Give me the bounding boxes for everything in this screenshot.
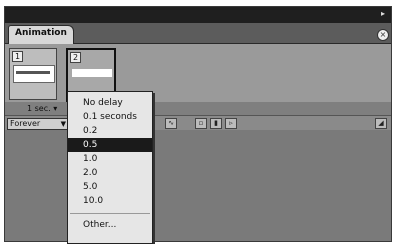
delete-frame-icon[interactable]: ▮: [210, 118, 222, 129]
frame-number: 2: [70, 52, 82, 63]
menu-item-2-0[interactable]: 2.0: [68, 166, 152, 180]
frame-delay-selector[interactable]: 1 sec. ▾: [27, 104, 57, 113]
menu-item-10-0[interactable]: 10.0: [68, 194, 152, 208]
animation-palette: ▸ Animation × 1 2 1 sec. ▾ Forever ▼ ∿ ▫…: [4, 6, 392, 242]
menu-separator: [70, 213, 150, 214]
palette-menu-icon[interactable]: ×: [377, 29, 389, 41]
tab-animation[interactable]: Animation: [8, 25, 74, 44]
frame-preview-image: [72, 69, 112, 77]
frames-area: 1 2: [5, 44, 391, 102]
tab-row: Animation: [5, 23, 391, 44]
looping-value: Forever: [10, 119, 41, 128]
new-frame-icon[interactable]: ▫: [195, 118, 207, 129]
tab-animation-label: Animation: [15, 28, 67, 38]
screenshot-frame: ▸ Animation × 1 2 1 sec. ▾ Forever ▼ ∿ ▫…: [0, 0, 393, 244]
play-icon[interactable]: ▹: [225, 118, 237, 129]
menu-item-1-0[interactable]: 1.0: [68, 152, 152, 166]
palette-titlebar[interactable]: ▸: [5, 7, 391, 23]
menu-item-no-delay[interactable]: No delay: [68, 96, 152, 110]
menu-item-0-2[interactable]: 0.2: [68, 124, 152, 138]
menu-item-5-0[interactable]: 5.0: [68, 180, 152, 194]
resize-grip-icon[interactable]: ◢: [375, 118, 387, 129]
tween-icon[interactable]: ∿: [165, 118, 177, 129]
frame-number: 1: [12, 51, 24, 62]
menu-item-other[interactable]: Other...: [68, 218, 152, 232]
frame-preview-image: [13, 65, 55, 83]
chevron-down-icon: ▼: [60, 120, 66, 128]
menu-item-0-1-seconds[interactable]: 0.1 seconds: [68, 110, 152, 124]
empty-area: [5, 130, 391, 241]
collapse-arrow-icon[interactable]: ▸: [381, 9, 387, 19]
looping-options-dropdown[interactable]: Forever ▼: [7, 118, 69, 130]
animation-toolbar: Forever ▼ ∿ ▫ ▮ ▹ ◢: [5, 115, 391, 131]
frame-delay-menu: No delay 0.1 seconds 0.2 0.5 1.0 2.0 5.0…: [67, 91, 153, 244]
frame-thumbnail-1[interactable]: 1: [9, 48, 57, 100]
menu-item-0-5[interactable]: 0.5: [68, 138, 152, 152]
